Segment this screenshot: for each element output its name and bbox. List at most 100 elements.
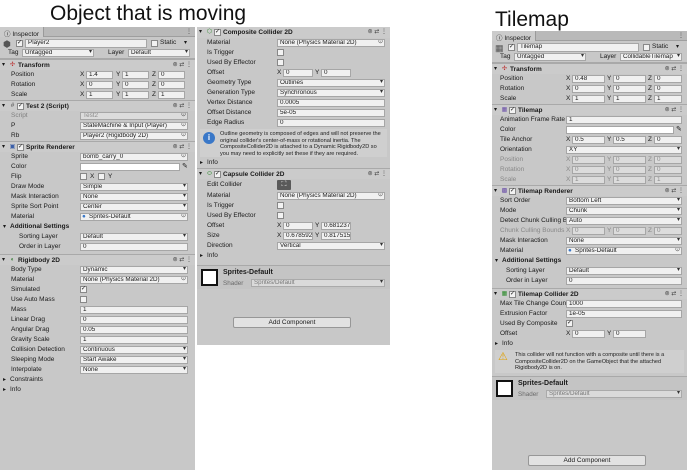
tab-menu-icon[interactable]: ⋮ xyxy=(186,28,192,35)
mode-dropdown[interactable]: Chunk xyxy=(566,207,682,215)
direction-dropdown[interactable]: Vertical xyxy=(277,242,385,250)
tilemap-collider-enabled-checkbox[interactable]: ✓ xyxy=(509,291,516,298)
capsule-enabled-checkbox[interactable]: ✓ xyxy=(214,171,221,178)
tilemap-offset-x-field[interactable]: 0 xyxy=(572,330,605,338)
tilemap-collider-header[interactable]: ▾ ▦ ✓ Tilemap Collider 2D ⊚ ⇄ ⋮ xyxy=(492,288,687,299)
scale-y-field[interactable]: 1 xyxy=(122,91,149,99)
p-field[interactable]: StateMachine & Input (Player) xyxy=(80,122,188,130)
composite-enabled-checkbox[interactable]: ✓ xyxy=(214,29,221,36)
info-foldout[interactable]: ▸ Info xyxy=(0,385,195,395)
object-name-field[interactable]: Tilemap xyxy=(517,43,639,52)
order-in-layer-field[interactable]: 0 xyxy=(566,277,682,285)
angular-drag-field[interactable]: 0.05 xyxy=(80,326,188,334)
tilemap-header[interactable]: ▾ ▦ ✓ Tilemap ⊚ ⇄ ⋮ xyxy=(492,104,687,115)
rotation-z-field[interactable]: 0 xyxy=(654,85,682,93)
capsule-size-x-field[interactable]: 0.678592 xyxy=(283,232,313,240)
physics-material-field[interactable]: None (Physics Material 2D) xyxy=(80,276,188,284)
tilemap-offset-y-field[interactable]: 0 xyxy=(613,330,646,338)
material-field[interactable]: ● Sprites-Default xyxy=(566,247,682,255)
layer-dropdown[interactable]: Default xyxy=(128,49,190,57)
constraints-foldout[interactable]: ▸ Constraints xyxy=(0,375,195,385)
max-tile-change-count-field[interactable]: 1000 xyxy=(566,300,682,308)
material-field[interactable]: ● Sprites-Default xyxy=(80,213,188,221)
body-type-dropdown[interactable]: Dynamic xyxy=(80,266,188,274)
flip-x-checkbox[interactable] xyxy=(80,173,87,180)
position-z-field[interactable]: 0 xyxy=(654,75,682,83)
tab-inspector[interactable]: ⓘ Inspector xyxy=(0,27,45,38)
static-dropdown-icon[interactable]: ▾ xyxy=(676,43,679,50)
tilemap-info-foldout[interactable]: ▸ Info xyxy=(492,339,687,349)
tilemap-enabled-checkbox[interactable]: ✓ xyxy=(509,107,516,114)
interpolate-dropdown[interactable]: None xyxy=(80,366,188,374)
mask-interaction-dropdown[interactable]: None xyxy=(566,237,682,245)
mass-field[interactable]: 1 xyxy=(80,306,188,314)
static-checkbox[interactable] xyxy=(643,44,650,51)
layer-dropdown[interactable]: CollidableTilemap xyxy=(620,53,682,61)
capsule-offset-y-field[interactable]: 0.681237 xyxy=(321,222,351,230)
rotation-y-field[interactable]: 0 xyxy=(613,85,646,93)
composite-collider-header[interactable]: ▾ ⬡ ✓ Composite Collider 2D ⊚ ⇄ ⋮ xyxy=(197,27,390,38)
vertex-distance-field[interactable]: 0.0005 xyxy=(277,99,385,107)
composite-info-foldout[interactable]: ▸ Info xyxy=(197,158,390,168)
mask-interaction-dropdown[interactable]: None xyxy=(80,193,188,201)
capsule-used-by-effector-checkbox[interactable] xyxy=(277,212,284,219)
scale-x-field[interactable]: 1 xyxy=(86,91,113,99)
tab-menu-icon[interactable]: ⋮ xyxy=(678,32,684,39)
geometry-type-dropdown[interactable]: Outlines xyxy=(277,79,385,87)
sprite-renderer-header[interactable]: ▾ ▣ ✓ Sprite Renderer ⊚ ⇄ ⋮ xyxy=(0,141,195,152)
orientation-dropdown[interactable]: XY xyxy=(566,146,682,154)
rb-field[interactable]: Player2 (Rigidbody 2D) xyxy=(80,132,188,140)
tile-anchor-z-field[interactable]: 0 xyxy=(654,136,682,144)
position-y-field[interactable]: 0 xyxy=(613,75,646,83)
add-component-button[interactable]: Add Component xyxy=(233,317,351,328)
sprite-field[interactable]: bomb_carry_0 xyxy=(80,153,188,161)
rotation-x-field[interactable]: 0 xyxy=(86,81,113,89)
transform-header[interactable]: ▾ ✣ Transform ⊚ ⇄ ⋮ xyxy=(0,59,195,70)
sorting-layer-dropdown[interactable]: Default xyxy=(566,267,682,275)
flip-y-checkbox[interactable] xyxy=(98,173,105,180)
position-x-field[interactable]: 0.48 xyxy=(572,75,605,83)
sprite-renderer-enabled-checkbox[interactable]: ✓ xyxy=(17,144,24,151)
gravity-scale-field[interactable]: 1 xyxy=(80,336,188,344)
additional-settings-foldout[interactable]: ▾ Additional Settings xyxy=(0,222,195,232)
rigidbody-header[interactable]: ▾ ◐ Rigidbody 2D ⊚ ⇄ ⋮ xyxy=(0,254,195,265)
sleeping-mode-dropdown[interactable]: Start Awake xyxy=(80,356,188,364)
capsule-offset-x-field[interactable]: 0 xyxy=(283,222,313,230)
tilemap-renderer-enabled-checkbox[interactable]: ✓ xyxy=(509,188,516,195)
add-component-button[interactable]: Add Component xyxy=(528,455,646,466)
draw-mode-dropdown[interactable]: Simple xyxy=(80,183,188,191)
rotation-y-field[interactable]: 0 xyxy=(122,81,149,89)
simulated-checkbox[interactable]: ✓ xyxy=(80,286,87,293)
capsule-size-y-field[interactable]: 0.817515 xyxy=(321,232,351,240)
tile-anchor-y-field[interactable]: 0.5 xyxy=(613,136,646,144)
tile-anchor-x-field[interactable]: 0.5 xyxy=(572,136,605,144)
collision-detection-dropdown[interactable]: Continuous xyxy=(80,346,188,354)
edit-collider-button[interactable]: ⛶ xyxy=(277,180,291,190)
material-preview[interactable]: Sprites-Default Shader Sprites/Default xyxy=(197,265,390,289)
scale-y-field[interactable]: 1 xyxy=(613,95,646,103)
component-tools-icon[interactable]: ⊚ ⇄ ⋮ xyxy=(368,27,387,38)
additional-settings-foldout[interactable]: ▾ Additional Settings xyxy=(492,256,687,266)
scale-x-field[interactable]: 1 xyxy=(572,95,605,103)
used-by-composite-checkbox[interactable]: ✓ xyxy=(566,320,573,327)
edge-radius-field[interactable]: 0 xyxy=(277,119,385,127)
script-enabled-checkbox[interactable]: ✓ xyxy=(17,103,24,110)
position-y-field[interactable]: 1 xyxy=(122,71,149,79)
static-checkbox[interactable] xyxy=(151,40,158,47)
color-field[interactable] xyxy=(80,163,180,171)
rotation-z-field[interactable]: 0 xyxy=(158,81,185,89)
object-name-field[interactable]: Player2 xyxy=(25,39,147,48)
rotation-x-field[interactable]: 0 xyxy=(572,85,605,93)
active-checkbox[interactable]: ✓ xyxy=(16,40,23,47)
shader-dropdown[interactable]: Sprites/Default xyxy=(251,279,385,287)
tag-dropdown[interactable]: Untagged xyxy=(22,49,94,57)
animation-frame-rate-field[interactable]: 1 xyxy=(566,116,682,124)
tag-dropdown[interactable]: Untagged xyxy=(514,53,586,61)
capsule-collider-header[interactable]: ▾ ⬭ ✓ Capsule Collider 2D ⊚ ⇄ ⋮ xyxy=(197,168,390,179)
capsule-info-foldout[interactable]: ▸ Info xyxy=(197,251,390,261)
position-z-field[interactable]: 0 xyxy=(158,71,185,79)
shader-dropdown[interactable]: Sprites/Default xyxy=(546,390,682,398)
tilemap-renderer-header[interactable]: ▾ ▩ ✓ Tilemap Renderer ⊚ ⇄ ⋮ xyxy=(492,185,687,196)
sort-order-dropdown[interactable]: Bottom Left xyxy=(566,197,682,205)
offset-distance-field[interactable]: 5e-05 xyxy=(277,109,385,117)
